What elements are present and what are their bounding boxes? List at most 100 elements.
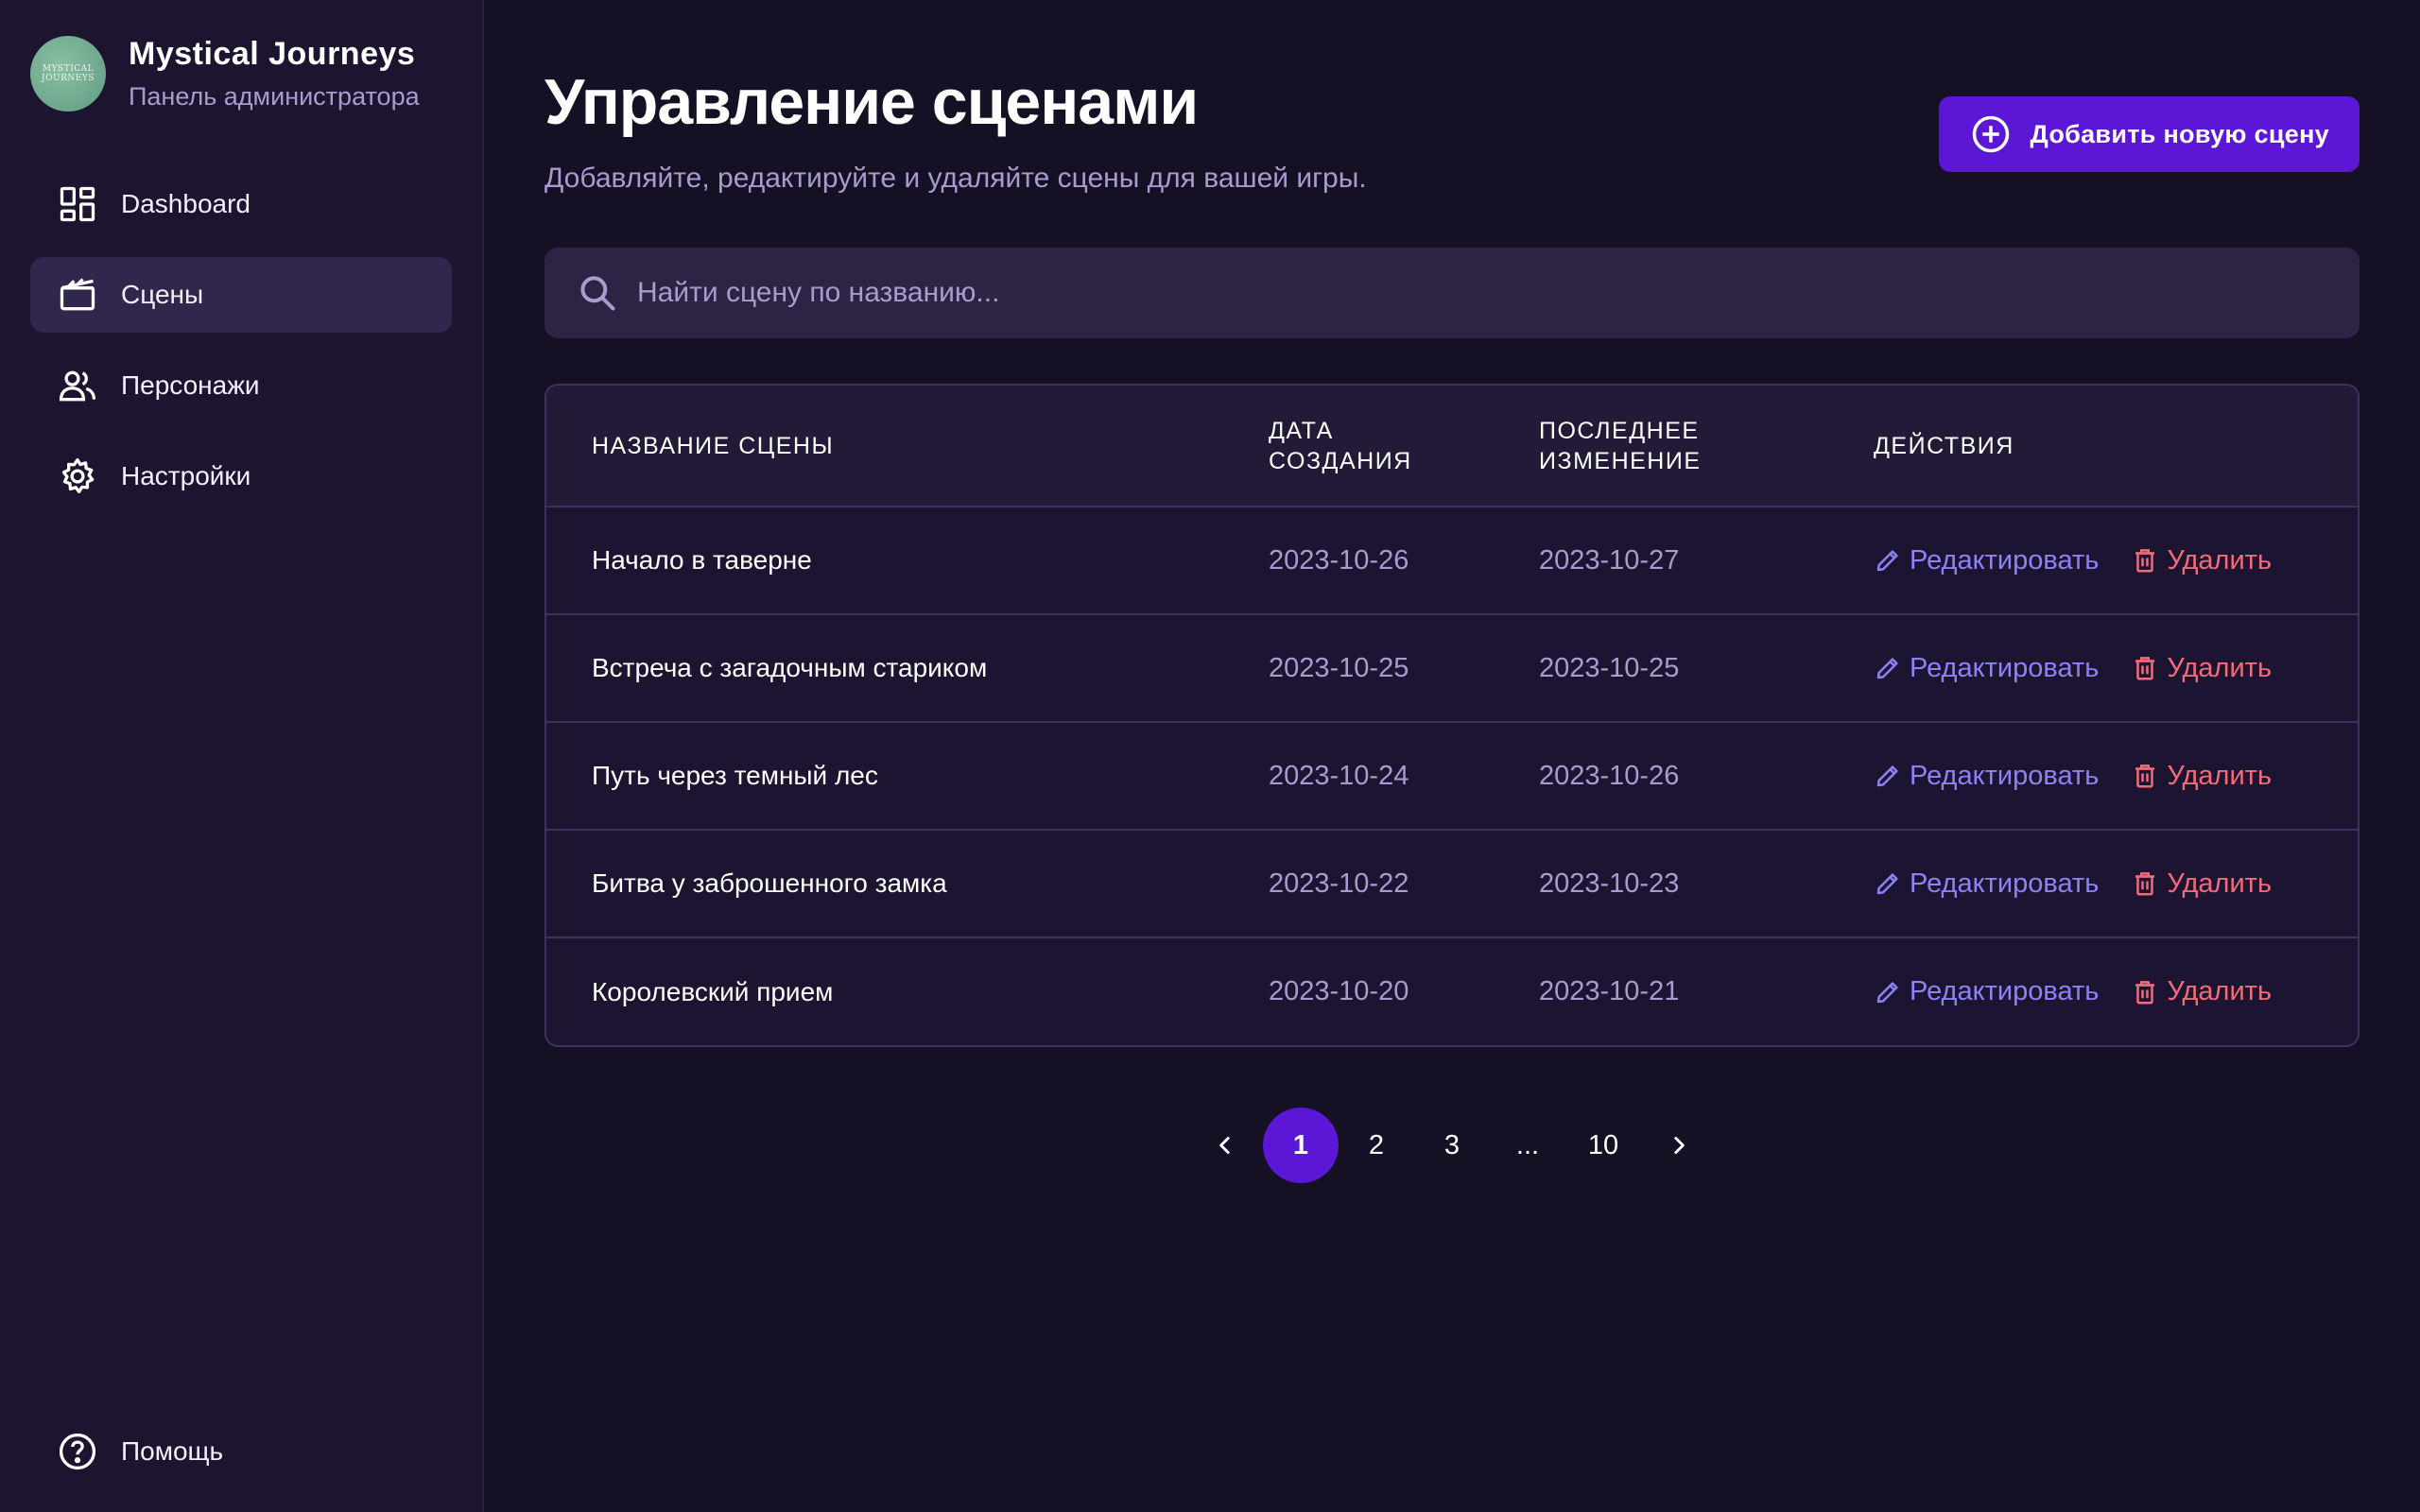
scene-created-date: 2023-10-26	[1269, 506, 1539, 614]
delete-scene-button[interactable]: Удалить	[2131, 653, 2272, 684]
gear-icon	[57, 455, 98, 497]
scene-created-date: 2023-10-24	[1269, 721, 1539, 830]
scene-updated-date: 2023-10-23	[1539, 829, 1874, 937]
pagination-page-button[interactable]: 2	[1339, 1108, 1414, 1183]
pagination-next-button[interactable]	[1641, 1108, 1717, 1183]
scene-name: Начало в таверне	[546, 506, 1269, 614]
trash-icon	[2135, 657, 2155, 680]
brand: MYSTICAL JOURNEYS Mystical Journeys Пане…	[30, 34, 452, 113]
table-row: Начало в таверне 2023-10-26 2023-10-27 Реда…	[546, 506, 2358, 614]
add-scene-button-label: Добавить новую сцену	[2030, 119, 2329, 148]
edit-scene-button[interactable]: Редактировать	[1874, 653, 2099, 684]
pagination-ellipsis: ...	[1515, 1129, 1540, 1160]
scene-created-date: 2023-10-25	[1269, 613, 1539, 722]
edit-scene-button[interactable]: Редактировать	[1874, 868, 2099, 900]
sidebar-item-scenes[interactable]: Сцены	[30, 257, 452, 333]
app-root: MYSTICAL JOURNEYS Mystical Journeys Пане…	[0, 0, 2420, 1512]
brand-text: Mystical Journeys Панель администратора	[129, 36, 420, 112]
scene-name: Битва у заброшенного замка	[546, 829, 1269, 937]
scene-name: Королевский прием	[546, 936, 1269, 1045]
plus-circle-icon	[1973, 115, 2010, 153]
delete-scene-button[interactable]: Удалить	[2131, 545, 2272, 576]
delete-label: Удалить	[2167, 652, 2273, 683]
edit-scene-button[interactable]: Редактировать	[1874, 545, 2099, 576]
search-icon	[580, 276, 615, 311]
column-header-updated: ПОСЛЕДНЕЕ ИЗМЕНЕНИЕ	[1539, 386, 1874, 507]
chevron-left-icon	[1219, 1137, 1230, 1154]
trash-icon	[2135, 980, 2155, 1004]
scene-updated-date: 2023-10-21	[1539, 936, 1874, 1045]
brand-logo-text: MYSTICAL JOURNEYS	[42, 64, 95, 83]
table-body: Начало в таверне 2023-10-26 2023-10-27 Реда…	[546, 506, 2358, 1045]
edit-label: Редактировать	[1910, 976, 2100, 1006]
scene-updated-date: 2023-10-26	[1539, 721, 1874, 830]
table-row: Встреча с загадочным стариком 2023-10-25 2…	[546, 613, 2358, 722]
sidebar-item-dashboard[interactable]: Dashboard	[30, 166, 452, 242]
pencil-icon	[1876, 765, 1898, 787]
sidebar-item-characters[interactable]: Персонажи	[30, 348, 452, 423]
scene-actions: Редактировать Удалить	[1874, 936, 2358, 1045]
column-header-created: ДАТА СОЗДАНИЯ	[1269, 386, 1539, 507]
edit-scene-button[interactable]: Редактировать	[1874, 761, 2099, 792]
sidebar-item-label: Сцены	[121, 280, 204, 309]
help-label: Помощь	[121, 1436, 224, 1466]
pencil-icon	[1876, 873, 1898, 895]
sidebar-item-label: Персонажи	[121, 370, 260, 400]
delete-label: Удалить	[2167, 868, 2273, 899]
trash-icon	[2135, 549, 2155, 573]
trash-icon	[2135, 765, 2155, 788]
brand-logo: MYSTICAL JOURNEYS	[30, 36, 106, 112]
scene-actions: Редактировать Удалить	[1874, 506, 2358, 614]
scene-updated-date: 2023-10-25	[1539, 613, 1874, 722]
table-row: Королевский прием 2023-10-20 2023-10-21 Ред…	[546, 936, 2358, 1045]
scene-actions: Редактировать Удалить	[1874, 721, 2358, 830]
help-circle-icon	[57, 1431, 98, 1472]
sidebar: MYSTICAL JOURNEYS Mystical Journeys Пане…	[0, 0, 484, 1512]
pagination-page-button[interactable]: 3	[1414, 1108, 1490, 1183]
clapperboard-icon	[57, 274, 98, 316]
column-header-updated-label: ПОСЛЕДНЕЕ ИЗМЕНЕНИЕ	[1539, 417, 1702, 474]
pagination-pages: 1 2 3... 10	[1263, 1108, 1641, 1183]
scene-name: Путь через темный лес	[546, 721, 1269, 830]
search-bar	[544, 248, 2360, 338]
scenes-table: НАЗВАНИЕ СЦЕНЫ ДАТА СОЗДАНИЯ ПОСЛЕДНЕЕ И…	[544, 384, 2360, 1047]
dashboard-icon	[57, 183, 98, 225]
add-scene-button[interactable]: Добавить новую сцену	[1939, 96, 2360, 172]
sidebar-item-label: Настройки	[121, 461, 251, 490]
sidebar-item-settings[interactable]: Настройки	[30, 438, 452, 514]
column-header-name: НАЗВАНИЕ СЦЕНЫ	[546, 386, 1269, 507]
pencil-icon	[1876, 550, 1898, 572]
edit-label: Редактировать	[1910, 652, 2100, 683]
delete-scene-button[interactable]: Удалить	[2131, 868, 2272, 900]
table-row: Путь через темный лес 2023-10-24 2023-10-2…	[546, 721, 2358, 830]
delete-label: Удалить	[2167, 976, 2273, 1006]
edit-label: Редактировать	[1910, 544, 2100, 576]
delete-label: Удалить	[2167, 544, 2273, 576]
scene-name: Встреча с загадочным стариком	[546, 613, 1269, 722]
delete-scene-button[interactable]: Удалить	[2131, 976, 2272, 1007]
chevron-right-icon	[1674, 1137, 1685, 1154]
pagination-prev-button[interactable]	[1187, 1108, 1263, 1183]
scene-created-date: 2023-10-22	[1269, 829, 1539, 937]
search-input[interactable]	[637, 277, 2327, 309]
scene-created-date: 2023-10-20	[1269, 936, 1539, 1045]
sidebar-item-label: Dashboard	[121, 189, 251, 218]
brand-name: Mystical Journeys	[129, 36, 416, 72]
edit-label: Редактировать	[1910, 868, 2100, 899]
delete-scene-button[interactable]: Удалить	[2131, 761, 2272, 792]
brand-subtitle: Панель администратора	[129, 82, 420, 111]
sidebar-item-help[interactable]: Помощь	[30, 1425, 250, 1478]
delete-label: Удалить	[2167, 760, 2273, 791]
pagination-page-button[interactable]: 10	[1565, 1108, 1641, 1183]
edit-scene-button[interactable]: Редактировать	[1874, 976, 2099, 1007]
scene-updated-date: 2023-10-27	[1539, 506, 1874, 614]
table-header-row: НАЗВАНИЕ СЦЕНЫ ДАТА СОЗДАНИЯ ПОСЛЕДНЕЕ И…	[546, 386, 2358, 507]
pagination-page-button[interactable]: 1	[1263, 1108, 1339, 1183]
scene-actions: Редактировать Удалить	[1874, 829, 2358, 937]
edit-label: Редактировать	[1910, 760, 2100, 791]
table-row: Битва у заброшенного замка 2023-10-22 2023…	[546, 829, 2358, 937]
users-icon	[57, 365, 98, 406]
column-header-actions: ДЕЙСТВИЯ	[1874, 386, 2358, 507]
pencil-icon	[1876, 981, 1898, 1003]
scene-actions: Редактировать Удалить	[1874, 613, 2358, 722]
